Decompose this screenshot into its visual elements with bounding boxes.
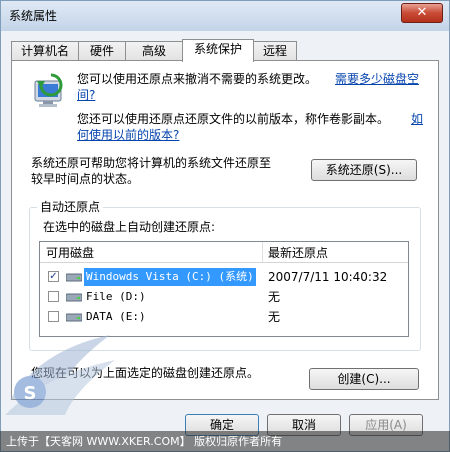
disk-list[interactable]: 可用磁盘 最新还原点 ✓ Windowds Vista (C:) (系统) 20… <box>39 241 409 337</box>
system-restore-button[interactable]: 系统还原(S)... <box>311 159 417 181</box>
tab-hardware[interactable]: 硬件 <box>78 41 126 60</box>
restore-desc-line1: 系统还原可帮助您将计算机的系统文件还原至 <box>31 156 272 170</box>
disk-row-c[interactable]: ✓ Windowds Vista (C:) (系统) 2007/7/11 10:… <box>40 268 408 286</box>
window-title: 系统属性 <box>9 9 58 23</box>
column-available-disks[interactable]: 可用磁盘 <box>46 244 94 261</box>
disk-list-header: 可用磁盘 最新还原点 <box>40 242 408 263</box>
disk-row-d[interactable]: File (D:) 无 <box>40 288 408 306</box>
column-latest-restore-point[interactable]: 最新还原点 <box>268 244 328 261</box>
drive-icon <box>66 273 82 282</box>
disk-d-checkbox[interactable] <box>48 291 59 302</box>
previous-versions-link-cont[interactable]: 何使用以前的版本? <box>77 127 179 143</box>
disk-c-name: Windowds Vista (C:) (系统) <box>84 268 256 286</box>
disk-d-name: File (D:) <box>86 290 146 303</box>
disk-e-name: DATA (E:) <box>86 310 146 323</box>
disk-d-latest: 无 <box>268 290 281 304</box>
system-restore-icon <box>34 73 63 107</box>
site-watermark-logo: S <box>5 335 115 415</box>
auto-restore-group-label: 自动还原点 <box>37 199 104 215</box>
title-bar[interactable]: 系统属性 ✕ <box>1 1 449 31</box>
disk-row-e[interactable]: DATA (E:) 无 <box>40 308 408 326</box>
previous-versions-link[interactable]: 如 <box>411 111 423 127</box>
drive-icon <box>66 293 82 302</box>
disk-space-link-cont[interactable]: 间? <box>77 87 95 103</box>
disk-c-latest: 2007/7/11 10:40:32 <box>268 270 388 284</box>
column-separator <box>262 242 263 262</box>
restore-desc-line2: 较早时间点的状态。 <box>31 172 140 186</box>
disk-e-checkbox[interactable] <box>48 311 59 322</box>
intro-line2: 您还可以使用还原点还原文件的以前版本，称作卷影副本。 <box>77 112 390 126</box>
disk-c-checkbox[interactable]: ✓ <box>48 271 59 282</box>
disk-e-latest: 无 <box>268 310 281 324</box>
tab-system-protection[interactable]: 系统保护 <box>182 39 254 62</box>
drive-icon <box>66 313 82 322</box>
disk-space-link[interactable]: 需要多少磁盘空 <box>335 71 419 87</box>
tab-computer-name[interactable]: 计算机名 <box>11 41 79 60</box>
tab-remote[interactable]: 远程 <box>253 41 297 60</box>
close-button[interactable]: ✕ <box>401 3 443 23</box>
tab-advanced[interactable]: 高级 <box>125 41 183 60</box>
intro-line1: 您可以使用还原点来撤消不需要的系统更改。 <box>77 72 318 86</box>
auto-restore-subtitle: 在选中的磁盘上自动创建还原点: <box>43 220 216 234</box>
create-button[interactable]: 创建(C)... <box>309 368 419 390</box>
tab-strip: 计算机名 硬件 高级 系统保护 远程 <box>11 39 441 62</box>
upload-banner: 上传于【天客网 WWW.XKER.COM】 版权归原作者所有 <box>0 431 450 452</box>
watermark-letter: S <box>24 383 37 404</box>
